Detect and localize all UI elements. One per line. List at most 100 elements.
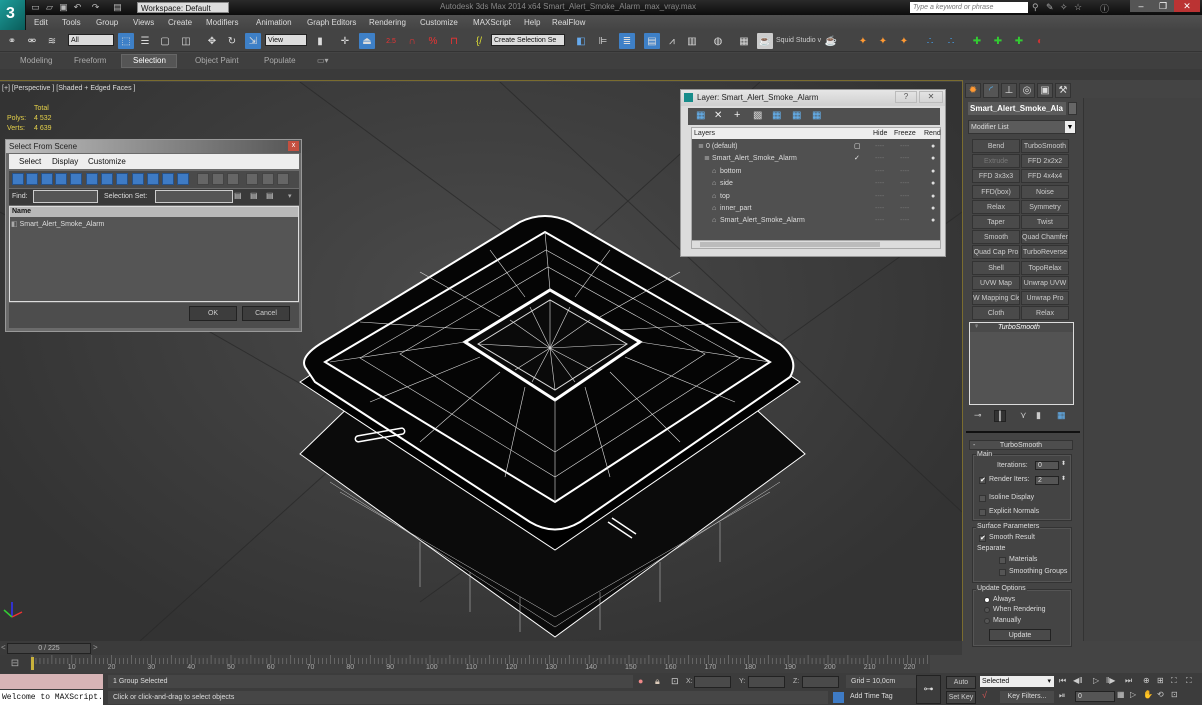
schematic-view-icon[interactable]: ▥ [684, 33, 700, 49]
modifier-button[interactable]: TurboReverse [1021, 245, 1069, 260]
selection-filter-dropdown[interactable]: All [68, 34, 114, 46]
key-tangent-icon[interactable]: √ [982, 690, 987, 700]
modifier-button[interactable]: W Mapping Cle [972, 291, 1020, 305]
select-none-icon[interactable] [212, 173, 224, 185]
display-tab-icon[interactable]: ▣ [1037, 83, 1053, 98]
undo-icon[interactable]: ↶ [72, 2, 83, 12]
x-coordinate-field[interactable] [694, 676, 731, 688]
wrench-icon[interactable]: ✎ [1046, 2, 1054, 13]
create-tab-icon[interactable]: ✹ [965, 83, 981, 98]
link-icon[interactable]: ⚭ [4, 33, 20, 49]
rollout-turbosmooth-header[interactable]: - TurboSmooth [969, 440, 1073, 450]
maximize-button[interactable]: ❐ [1152, 0, 1174, 12]
window-crossing-icon[interactable]: ◫ [178, 33, 194, 49]
freeze-toggle[interactable]: ---- [900, 166, 909, 178]
layer-manager-icon[interactable]: ≣ [619, 33, 635, 49]
display-containers-icon[interactable] [147, 173, 159, 185]
add-to-layer-icon[interactable]: + [734, 109, 740, 121]
hide-toggle[interactable]: ---- [875, 203, 884, 215]
modifier-button[interactable]: Bend [972, 139, 1020, 153]
modifier-button[interactable]: Taper [972, 215, 1020, 229]
pan-view-icon[interactable]: ✋ [1143, 690, 1153, 699]
chevron-down-icon[interactable]: ▾ [288, 192, 292, 200]
render-setup-icon[interactable]: ▦ [736, 33, 752, 49]
list-item[interactable]: ◧ Smart_Alert_Smoke_Alarm [11, 220, 104, 228]
set-keys-key-icon[interactable]: ⊶ [916, 675, 941, 704]
modifier-button[interactable]: Quad Chamfer [1021, 230, 1069, 245]
render-teapot-icon[interactable]: ☕ [823, 33, 839, 49]
modifier-button[interactable]: Unwrap Pro [1021, 291, 1069, 305]
col-freeze[interactable]: Freeze [894, 130, 916, 137]
new-icon[interactable]: ▭ [30, 2, 41, 12]
hide-toggle[interactable]: ---- [875, 141, 884, 153]
percent-snap-icon[interactable]: % [425, 33, 441, 49]
satellite-icon[interactable]: ✧ [1060, 2, 1068, 13]
render-teapot-icon[interactable]: ● [931, 153, 935, 165]
realflow-mesh2-icon[interactable]: ✚ [990, 33, 1006, 49]
close-icon[interactable]: x [288, 141, 299, 151]
current-frame-marker[interactable] [31, 657, 34, 670]
col-render[interactable]: Rend [924, 130, 941, 137]
zoom-extents-icon[interactable]: ⛶ [1171, 676, 1177, 686]
col-layers[interactable]: Layers [694, 130, 715, 137]
render-teapot-icon[interactable]: ● [931, 166, 935, 178]
highlight-layer-icon[interactable]: ▦ [772, 110, 781, 121]
select-object-icon[interactable]: ⬚ [118, 33, 134, 49]
go-to-end-icon[interactable]: ⏭ [1125, 676, 1132, 686]
add-time-tag-button[interactable]: Add Time Tag [850, 693, 893, 700]
render-teapot-icon[interactable]: ● [931, 203, 935, 215]
viewport-label-menu[interactable]: [+] [Perspective ] [Shaded + Edged Faces… [2, 85, 135, 92]
selset-select-icon[interactable]: ▤ [266, 191, 274, 200]
hide-toggle[interactable]: ---- [875, 215, 884, 227]
spinner-snap-icon[interactable]: ⊓ [446, 33, 462, 49]
selection-set-dropdown[interactable] [155, 190, 233, 203]
render-iters-spinner[interactable]: 2 [1035, 476, 1059, 485]
layer-row[interactable]: ≣ 0 (default) ▢ ---- ---- ● [692, 141, 940, 153]
minimize-button[interactable]: – [1130, 0, 1152, 12]
filter-icon[interactable] [246, 173, 258, 185]
z-coordinate-field[interactable] [802, 676, 839, 688]
play-icon[interactable]: ▷ [1093, 676, 1099, 685]
find-input[interactable] [33, 190, 98, 203]
display-hidden-icon[interactable] [177, 173, 189, 185]
app-menu-button[interactable]: 3 [0, 0, 26, 30]
material-editor-icon[interactable]: ◍ [710, 33, 726, 49]
layer-row[interactable]: ⌂ top ---- ---- ● [692, 191, 940, 203]
realflow-mesh3-icon[interactable]: ✚ [1011, 33, 1027, 49]
y-coordinate-field[interactable] [748, 676, 785, 688]
modifier-button[interactable]: TopoRelax [1021, 260, 1069, 275]
modifier-button[interactable]: FFD 4x4x4 [1021, 169, 1069, 184]
layer-row[interactable]: ⌂ Smart_Alert_Smoke_Alarm ---- ---- ● [692, 215, 940, 227]
freeze-toggle[interactable]: ---- [900, 191, 909, 203]
maximize-viewport-icon[interactable]: ⊡ [1171, 690, 1178, 699]
modifier-button[interactable]: Relax [1021, 306, 1069, 321]
next-frame-arrow-icon[interactable]: > [93, 643, 98, 652]
maxscript-output[interactable]: Welcome to MAXScript. [0, 690, 103, 705]
modifier-button[interactable]: FFD 3x3x3 [972, 169, 1020, 184]
select-invert-icon[interactable] [227, 173, 239, 185]
create-layer-icon[interactable]: ▦ [696, 110, 705, 121]
ribbon-tab-modeling[interactable]: Modeling [20, 56, 52, 65]
modifier-button[interactable]: Quad Cap Pro [972, 245, 1020, 260]
go-to-start-icon[interactable]: ⏮ [1059, 676, 1066, 686]
display-lights-icon[interactable] [41, 173, 53, 185]
utilities-tab-icon[interactable]: ⚒ [1055, 83, 1071, 98]
orbit-icon[interactable]: ⟲ [1157, 690, 1164, 699]
open-icon[interactable]: ▱ [44, 2, 55, 12]
auto-key-button[interactable]: Auto Key [946, 676, 976, 698]
display-groups-icon[interactable] [101, 173, 113, 185]
remove-modifier-icon[interactable]: ▮ [1036, 410, 1041, 421]
selection-lock-icon[interactable]: 🔒︎ [655, 676, 660, 687]
ribbon-tab-selection[interactable]: Selection [133, 56, 166, 65]
materials-checkbox[interactable] [999, 557, 1006, 564]
show-end-result-icon[interactable]: ┃ [994, 410, 1006, 422]
maxscript-listener-input[interactable] [0, 674, 103, 689]
menu-realflow[interactable]: RealFlow [552, 18, 585, 27]
ribbon-tab-freeform[interactable]: Freeform [74, 56, 106, 65]
ribbon-options-icon[interactable]: ▭▾ [317, 56, 329, 65]
align-icon[interactable]: ⊫ [595, 33, 611, 49]
freeze-toggle[interactable]: ---- [900, 153, 909, 165]
sfs-menu-display[interactable]: Display [52, 157, 78, 166]
layer-row[interactable]: ≣ Smart_Alert_Smoke_Alarm ✓ ---- ---- ● [692, 153, 940, 165]
realflow-export-icon[interactable]: ◐ [1032, 33, 1048, 49]
